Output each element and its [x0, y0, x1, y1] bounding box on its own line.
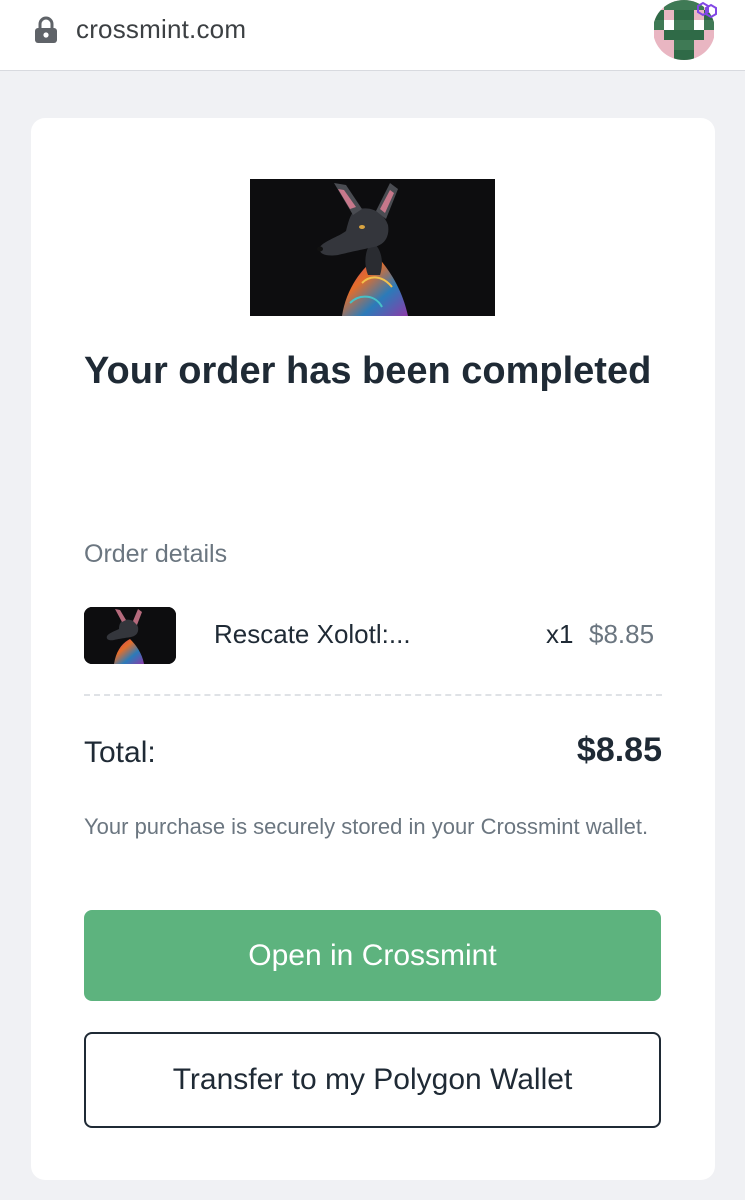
item-thumbnail	[84, 607, 176, 664]
page-title: Your order has been completed	[84, 350, 652, 392]
lock-icon	[35, 16, 57, 43]
xolo-dog-thumbnail	[84, 607, 176, 664]
polygon-icon	[697, 1, 717, 19]
order-details-label: Order details	[84, 540, 228, 568]
divider	[84, 694, 662, 696]
transfer-to-wallet-button[interactable]: Transfer to my Polygon Wallet	[84, 1032, 661, 1128]
total-value: $8.85	[576, 731, 662, 769]
item-name: Rescate Xolotl:...	[214, 619, 411, 649]
nft-image	[250, 179, 495, 316]
browser-address-bar: crossmint.com	[0, 0, 745, 71]
order-confirmation-card: Your order has been completed Order deta…	[31, 118, 715, 1180]
item-quantity: x1	[546, 619, 574, 649]
wallet-note: Your purchase is securely stored in your…	[84, 814, 649, 839]
open-in-crossmint-button[interactable]: Open in Crossmint	[84, 910, 661, 1001]
url-text[interactable]: crossmint.com	[76, 14, 246, 45]
item-price: $8.85	[589, 619, 655, 649]
xolo-dog-artwork	[250, 179, 495, 316]
total-label: Total:	[84, 736, 156, 769]
